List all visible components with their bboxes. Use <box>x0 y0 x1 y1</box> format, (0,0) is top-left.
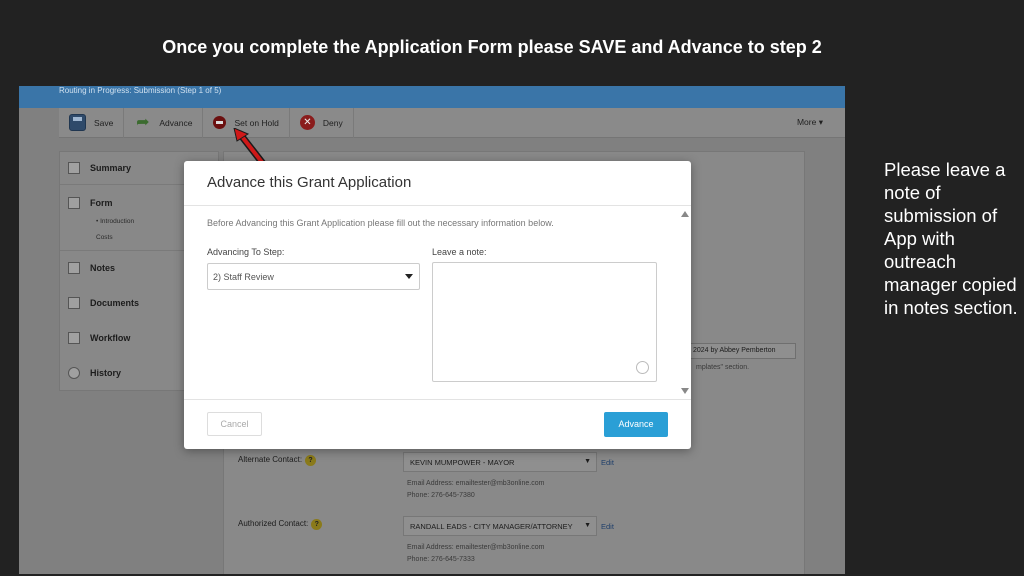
advance-button[interactable]: ➦ Advance <box>124 107 204 138</box>
form-icon <box>68 197 80 209</box>
nav-item-notes[interactable]: Notes <box>68 262 115 274</box>
authorized-contact-edit-link[interactable]: Edit <box>601 522 614 531</box>
nav-item-summary[interactable]: Summary <box>68 162 131 174</box>
nav-item-documents[interactable]: Documents <box>68 297 139 309</box>
routing-status: Routing in Progress: Submission (Step 1 … <box>59 86 222 95</box>
alternate-contact-value: KEVIN MUMPOWER - MAYOR <box>410 458 515 467</box>
nav-item-workflow[interactable]: Workflow <box>68 332 130 344</box>
summary-icon <box>68 162 80 174</box>
workflow-icon <box>68 332 80 344</box>
alternate-contact-select[interactable]: KEVIN MUMPOWER - MAYOR ▼ <box>403 452 597 472</box>
leave-note-label: Leave a note: <box>432 247 487 257</box>
templates-hint: mplates" section. <box>696 364 750 371</box>
nav-summary-label: Summary <box>90 163 132 173</box>
nav-workflow-label: Workflow <box>90 333 131 343</box>
authorized-contact-email: Email Address: emailtester@mb3online.com <box>407 544 545 551</box>
scroll-up-icon[interactable] <box>681 211 689 217</box>
nav-sub-introduction-label: Introduction <box>100 218 135 225</box>
advance-submit-button[interactable]: Advance <box>604 412 668 437</box>
history-clock-icon <box>68 367 80 379</box>
alternate-contact-email: Email Address: emailtester@mb3online.com <box>407 480 545 487</box>
toolbar: Save ➦ Advance Set on Hold ✕ Deny More ▾ <box>59 107 845 138</box>
side-note: Please leave a note of submission of App… <box>884 159 1018 318</box>
curved-arrow-icon: ➦ <box>136 114 150 131</box>
authorized-contact-label: Authorized Contact:? <box>238 519 323 530</box>
advancing-step-select[interactable]: 2) Staff Review <box>207 263 420 290</box>
dialog-description: Before Advancing this Grant Application … <box>207 218 554 228</box>
authorized-contact-label-text: Authorized Contact: <box>238 519 309 528</box>
caret-down-icon: ▼ <box>584 458 591 465</box>
nav-item-form[interactable]: Form <box>68 197 113 209</box>
scroll-down-icon[interactable] <box>681 388 689 394</box>
caret-down-icon <box>405 274 413 279</box>
authorized-contact-value: RANDALL EADS - CITY MANAGER/ATTORNEY <box>410 522 573 531</box>
advancing-step-label: Advancing To Step: <box>207 247 285 257</box>
cancel-button[interactable]: Cancel <box>207 412 262 436</box>
authorized-contact-select[interactable]: RANDALL EADS - CITY MANAGER/ATTORNEY ▼ <box>403 516 597 536</box>
caret-down-icon: ▼ <box>584 522 591 529</box>
alternate-contact-phone: Phone: 276-645-7380 <box>407 492 475 499</box>
floppy-disk-icon <box>69 114 86 131</box>
no-entry-icon <box>213 116 227 129</box>
help-icon[interactable]: ? <box>311 519 323 530</box>
deny-label: Deny <box>322 117 343 128</box>
set-on-hold-label: Set on Hold <box>234 117 279 128</box>
more-label: More <box>796 117 817 127</box>
more-menu[interactable]: More ▾ <box>797 117 845 128</box>
date-author-field: 2024 by Abbey Pemberton <box>688 343 796 359</box>
save-label: Save <box>94 117 114 128</box>
nav-documents-label: Documents <box>90 298 140 308</box>
advancing-step-value: 2) Staff Review <box>213 272 274 282</box>
nav-notes-label: Notes <box>90 263 116 273</box>
nav-form-label: Form <box>90 198 113 208</box>
authorized-contact-phone: Phone: 276-645-7333 <box>407 556 475 563</box>
help-icon[interactable]: ? <box>305 455 317 466</box>
routing-bar: Routing in Progress: Submission (Step 1 … <box>19 86 845 108</box>
x-circle-icon: ✕ <box>299 115 315 130</box>
nav-sub-introduction[interactable]: • Introduction <box>96 218 134 225</box>
dialog-title: Advance this Grant Application <box>184 161 691 206</box>
nav-item-history[interactable]: History <box>68 367 121 379</box>
save-button[interactable]: Save <box>59 107 125 138</box>
slide-title: Once you complete the Application Form p… <box>162 37 822 57</box>
notes-icon <box>68 262 80 274</box>
nav-sub-costs[interactable]: Costs <box>96 234 113 241</box>
caret-down-icon: ▾ <box>818 117 823 127</box>
advance-dialog: Advance this Grant Application Before Ad… <box>184 161 691 449</box>
nav-sub-costs-label: Costs <box>96 234 113 241</box>
deny-button[interactable]: ✕ Deny <box>290 107 354 138</box>
alternate-contact-label: Alternate Contact:? <box>238 455 317 466</box>
note-textarea[interactable] <box>432 262 657 382</box>
documents-icon <box>68 297 80 309</box>
alternate-contact-edit-link[interactable]: Edit <box>601 458 614 467</box>
advance-label: Advance <box>159 117 193 128</box>
alternate-contact-label-text: Alternate Contact: <box>238 455 303 464</box>
nav-history-label: History <box>90 368 122 378</box>
footer-divider <box>184 399 691 400</box>
resize-handle-icon[interactable] <box>636 361 649 374</box>
